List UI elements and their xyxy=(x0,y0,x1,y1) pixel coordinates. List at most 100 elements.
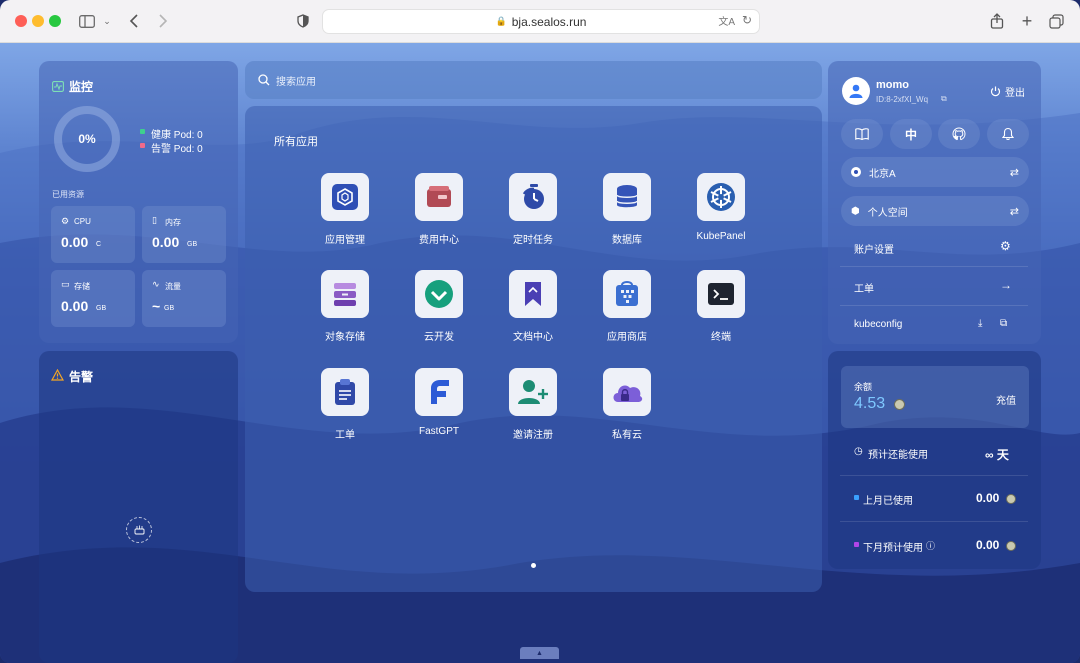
app-item[interactable]: FastGPT xyxy=(399,368,479,437)
timer-icon xyxy=(509,173,557,221)
tab-overview-icon[interactable] xyxy=(1048,11,1064,31)
app-label: 终端 xyxy=(711,332,731,343)
healthy-dot xyxy=(140,129,145,134)
cpu-unit: C xyxy=(96,241,102,248)
github-button[interactable] xyxy=(938,119,980,149)
cloud-dev-icon xyxy=(415,270,463,318)
share-icon[interactable] xyxy=(989,11,1005,31)
privacy-shield-icon[interactable] xyxy=(296,11,310,31)
workspace-selector[interactable]: ⬢ 个人空间 ⇄ xyxy=(841,196,1029,226)
app-item[interactable]: 文档中心 xyxy=(493,270,573,343)
app-item[interactable]: 邀请注册 xyxy=(493,368,573,441)
app-item[interactable]: 费用中心 xyxy=(399,173,479,246)
app-item[interactable]: 工单 xyxy=(305,368,385,441)
docs-book-button[interactable] xyxy=(841,119,883,149)
last-month-dot xyxy=(854,495,859,500)
kubernetes-icon xyxy=(697,173,745,221)
dock-toggle[interactable]: ▲ xyxy=(520,647,559,659)
app-item[interactable]: 定时任务 xyxy=(493,173,573,246)
gauge-percent: 0% xyxy=(78,132,96,146)
wallet-icon xyxy=(415,173,463,221)
minimize-window-button[interactable] xyxy=(32,15,44,27)
memory-unit: GB xyxy=(187,241,198,248)
ticket-label: 工单 xyxy=(854,284,874,295)
translate-icon[interactable]: 文A xyxy=(718,13,735,28)
bell-icon xyxy=(1002,127,1014,141)
app-search-bar[interactable] xyxy=(245,61,822,99)
address-bar[interactable]: 🔒 bja.sealos.run 文A ↻ xyxy=(322,9,760,34)
app-item[interactable]: 云开发 xyxy=(399,270,479,343)
app-label: 云开发 xyxy=(424,332,454,343)
book-icon xyxy=(855,128,869,140)
cpu-value: 0.00 xyxy=(61,234,89,250)
coin-icon xyxy=(1006,541,1016,551)
app-item[interactable]: 对象存储 xyxy=(305,270,385,343)
database-icon xyxy=(603,173,651,221)
back-button[interactable] xyxy=(127,11,141,31)
app-item[interactable]: 应用商店 xyxy=(587,270,667,343)
power-icon[interactable] xyxy=(990,84,1001,102)
workspace-icon: ⬢ xyxy=(851,205,860,217)
estimate-value: ∞ 天 xyxy=(985,448,1009,462)
cpu-label: CPU xyxy=(74,217,91,226)
clipboard-icon xyxy=(321,368,369,416)
next-month-dot xyxy=(854,542,859,547)
warning-icon xyxy=(50,368,65,386)
alert-dot xyxy=(140,143,145,148)
app-label: 定时任务 xyxy=(513,235,553,246)
private-cloud-icon xyxy=(603,368,651,416)
app-label: 私有云 xyxy=(612,430,642,441)
app-label: 工单 xyxy=(335,430,355,441)
memory-label: 内存 xyxy=(165,218,181,227)
app-label: KubePanel xyxy=(696,231,746,242)
empty-state-icon xyxy=(126,517,152,543)
app-label: 应用商店 xyxy=(607,332,647,343)
chevron-down-icon[interactable]: ⌄ xyxy=(102,11,112,31)
app-item[interactable]: 终端 xyxy=(681,270,761,343)
recharge-button[interactable]: 充值 xyxy=(996,392,1016,407)
memory-icon: ▯ xyxy=(152,215,157,225)
storage-icon: ▭ xyxy=(61,279,70,289)
notifications-button[interactable] xyxy=(987,119,1029,149)
app-item[interactable]: KubePanel xyxy=(681,173,761,242)
page-indicator[interactable] xyxy=(531,563,536,568)
app-label: FastGPT xyxy=(418,426,459,437)
info-icon[interactable]: ⓘ xyxy=(926,539,935,552)
zoom-window-button[interactable] xyxy=(49,15,61,27)
region-icon xyxy=(851,167,861,177)
new-tab-icon[interactable]: + xyxy=(1019,11,1035,31)
app-item[interactable]: 私有云 xyxy=(587,368,667,441)
next-month-label: 下月预计使用 xyxy=(863,543,923,554)
browser-toolbar: ⌄ 🔒 bja.sealos.run 文A ↻ + xyxy=(0,0,1080,43)
github-icon xyxy=(952,127,966,141)
logout-button[interactable]: 登出 xyxy=(1005,84,1025,99)
traffic-icon: ∿ xyxy=(152,279,160,289)
fastgpt-icon xyxy=(415,368,463,416)
copy-icon[interactable]: ⧉ xyxy=(1000,318,1007,329)
balance-label: 余额 xyxy=(854,382,873,392)
cpu-icon: ⚙ xyxy=(61,216,70,226)
forward-button[interactable] xyxy=(156,11,170,31)
traffic-unit: GB xyxy=(164,305,175,312)
language-button[interactable]: 中 xyxy=(890,119,932,149)
download-icon[interactable]: ⤓ xyxy=(978,318,982,329)
app-label: 数据库 xyxy=(612,235,642,246)
app-item[interactable]: 应用管理 xyxy=(305,173,385,246)
region-selector[interactable]: 北京A ⇄ xyxy=(841,157,1029,187)
lock-icon: 🔒 xyxy=(495,16,507,26)
search-input[interactable]: 搜索应用 xyxy=(276,73,316,88)
alerts-title: 告警 xyxy=(69,370,94,384)
region-label: 北京A xyxy=(869,168,896,180)
alerts-panel xyxy=(39,351,238,663)
arrow-right-icon: → xyxy=(1000,278,1012,292)
app-label: 应用管理 xyxy=(325,235,365,246)
monitor-icon xyxy=(52,79,64,92)
close-window-button[interactable] xyxy=(15,15,27,27)
reload-icon[interactable]: ↻ xyxy=(742,13,752,27)
avatar[interactable] xyxy=(842,77,870,105)
copy-icon[interactable]: ⧉ xyxy=(941,94,947,104)
app-item[interactable]: 数据库 xyxy=(587,173,667,246)
storage-unit: GB xyxy=(96,305,107,312)
sidebar-toggle-icon[interactable] xyxy=(78,11,96,31)
app-label: 邀请注册 xyxy=(513,430,553,441)
